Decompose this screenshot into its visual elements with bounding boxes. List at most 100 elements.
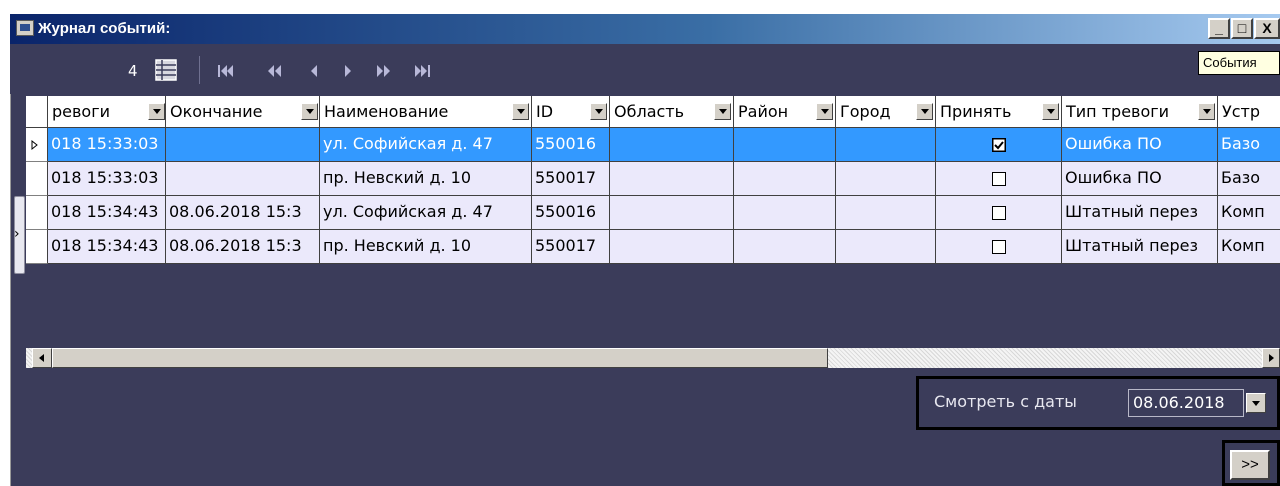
cell-accept[interactable] bbox=[936, 196, 1062, 230]
cell-device[interactable]: Базо bbox=[1218, 162, 1280, 196]
cell-id[interactable]: 550017 bbox=[532, 162, 610, 196]
cell-device[interactable]: Комп bbox=[1218, 196, 1280, 230]
column-header-end[interactable]: Окончание bbox=[166, 96, 320, 128]
cell-region[interactable] bbox=[610, 230, 734, 264]
table-view-icon[interactable] bbox=[154, 58, 178, 82]
maximize-button[interactable]: □ bbox=[1231, 18, 1253, 39]
cell-end[interactable] bbox=[166, 128, 320, 162]
cell-district[interactable] bbox=[734, 230, 836, 264]
accept-checkbox[interactable] bbox=[992, 240, 1006, 254]
column-label: ID bbox=[536, 102, 554, 121]
column-label: Район bbox=[738, 102, 789, 121]
current-row-indicator-icon bbox=[31, 139, 38, 151]
chevron-down-icon[interactable] bbox=[1198, 103, 1215, 120]
close-button[interactable]: X bbox=[1254, 18, 1280, 39]
cell-end[interactable] bbox=[166, 162, 320, 196]
cell-id[interactable]: 550016 bbox=[532, 196, 610, 230]
accept-checkbox[interactable] bbox=[992, 206, 1006, 220]
cell-district[interactable] bbox=[734, 128, 836, 162]
cell-alarm-time[interactable]: 018 15:33:03 bbox=[48, 162, 166, 196]
cell-city[interactable] bbox=[836, 128, 936, 162]
column-header-alarm-time[interactable]: ревоги bbox=[48, 96, 166, 128]
cell-end[interactable]: 08.06.2018 15:3 bbox=[166, 196, 320, 230]
cell-accept[interactable] bbox=[936, 162, 1062, 196]
cell-name[interactable]: пр. Невский д. 10 bbox=[320, 162, 532, 196]
accept-checkbox[interactable] bbox=[992, 172, 1006, 186]
cell-alarm-type[interactable]: Ошибка ПО bbox=[1062, 128, 1218, 162]
chevron-down-icon[interactable] bbox=[714, 103, 731, 120]
window-title: Журнал событий: bbox=[38, 20, 171, 37]
accept-checkbox[interactable] bbox=[992, 138, 1006, 152]
cell-region[interactable] bbox=[610, 128, 734, 162]
cell-accept[interactable] bbox=[936, 230, 1062, 264]
column-header-city[interactable]: Город bbox=[836, 96, 936, 128]
column-header-device[interactable]: Устр bbox=[1218, 96, 1280, 128]
last-record-icon[interactable] bbox=[412, 62, 432, 80]
cell-name[interactable]: ул. Софийская д. 47 bbox=[320, 196, 532, 230]
cell-end[interactable]: 08.06.2018 15:3 bbox=[166, 230, 320, 264]
column-label: Область bbox=[614, 102, 685, 121]
expand-button[interactable]: >> bbox=[1230, 450, 1270, 480]
record-count: 4 bbox=[128, 62, 138, 80]
chevron-down-icon[interactable] bbox=[148, 103, 165, 120]
next-record-icon[interactable] bbox=[340, 62, 356, 80]
next-page-icon[interactable] bbox=[374, 62, 394, 80]
date-field[interactable]: 08.06.2018 bbox=[1128, 389, 1244, 417]
cell-alarm-time[interactable]: 018 15:34:43 bbox=[48, 196, 166, 230]
chevron-down-icon[interactable] bbox=[301, 103, 318, 120]
cell-id[interactable]: 550016 bbox=[532, 128, 610, 162]
chevron-down-icon[interactable] bbox=[816, 103, 833, 120]
chevron-down-icon[interactable] bbox=[916, 103, 933, 120]
scroll-left-button[interactable] bbox=[32, 348, 52, 368]
header-row-selector bbox=[26, 96, 48, 128]
cell-id[interactable]: 550017 bbox=[532, 230, 610, 264]
chevron-down-icon[interactable] bbox=[1042, 103, 1059, 120]
first-record-icon[interactable] bbox=[216, 62, 236, 80]
cell-region[interactable] bbox=[610, 162, 734, 196]
cell-accept[interactable] bbox=[936, 128, 1062, 162]
cell-alarm-type[interactable]: Ошибка ПО bbox=[1062, 162, 1218, 196]
cell-device[interactable]: Базо bbox=[1218, 128, 1280, 162]
cell-city[interactable] bbox=[836, 230, 936, 264]
cell-district[interactable] bbox=[734, 162, 836, 196]
row-selector[interactable] bbox=[26, 196, 48, 230]
tooltip: События bbox=[1198, 51, 1280, 75]
cell-name[interactable]: ул. Софийская д. 47 bbox=[320, 128, 532, 162]
cell-alarm-type[interactable]: Штатный перез bbox=[1062, 230, 1218, 264]
scroll-right-button[interactable] bbox=[1262, 348, 1280, 368]
cell-city[interactable] bbox=[836, 162, 936, 196]
cell-district[interactable] bbox=[734, 196, 836, 230]
events-grid: ревоги Окончание Наименование ID Область… bbox=[26, 96, 1280, 348]
row-selector[interactable] bbox=[26, 128, 48, 162]
column-label: Устр bbox=[1222, 102, 1261, 121]
chevron-right-icon: › bbox=[14, 226, 20, 242]
prev-record-icon[interactable] bbox=[306, 62, 322, 80]
cell-alarm-type[interactable]: Штатный перез bbox=[1062, 196, 1218, 230]
column-header-accept[interactable]: Принять bbox=[936, 96, 1062, 128]
cell-city[interactable] bbox=[836, 196, 936, 230]
cell-device[interactable]: Комп bbox=[1218, 230, 1280, 264]
column-header-district[interactable]: Район bbox=[734, 96, 836, 128]
chevron-down-icon[interactable] bbox=[590, 103, 607, 120]
toolbar-separator bbox=[199, 56, 200, 84]
cell-alarm-time[interactable]: 018 15:33:03 bbox=[48, 128, 166, 162]
column-header-id[interactable]: ID bbox=[532, 96, 610, 128]
row-selector[interactable] bbox=[26, 162, 48, 196]
column-label: ревоги bbox=[52, 102, 111, 121]
row-selector[interactable] bbox=[26, 230, 48, 264]
column-label: Наименование bbox=[324, 102, 449, 121]
cell-region[interactable] bbox=[610, 196, 734, 230]
app-window-icon bbox=[16, 20, 34, 36]
cell-name[interactable]: пр. Невский д. 10 bbox=[320, 230, 532, 264]
column-header-alarm-type[interactable]: Тип тревоги bbox=[1062, 96, 1218, 128]
column-header-region[interactable]: Область bbox=[610, 96, 734, 128]
minimize-button[interactable]: _ bbox=[1208, 18, 1230, 39]
prev-page-icon[interactable] bbox=[264, 62, 284, 80]
title-bar[interactable] bbox=[10, 14, 1280, 44]
cell-alarm-time[interactable]: 018 15:34:43 bbox=[48, 230, 166, 264]
date-dropdown-button[interactable] bbox=[1246, 393, 1266, 413]
chevron-down-icon[interactable] bbox=[512, 103, 529, 120]
column-label: Город bbox=[840, 102, 891, 121]
column-header-name[interactable]: Наименование bbox=[320, 96, 532, 128]
scrollbar-thumb[interactable] bbox=[52, 348, 828, 368]
